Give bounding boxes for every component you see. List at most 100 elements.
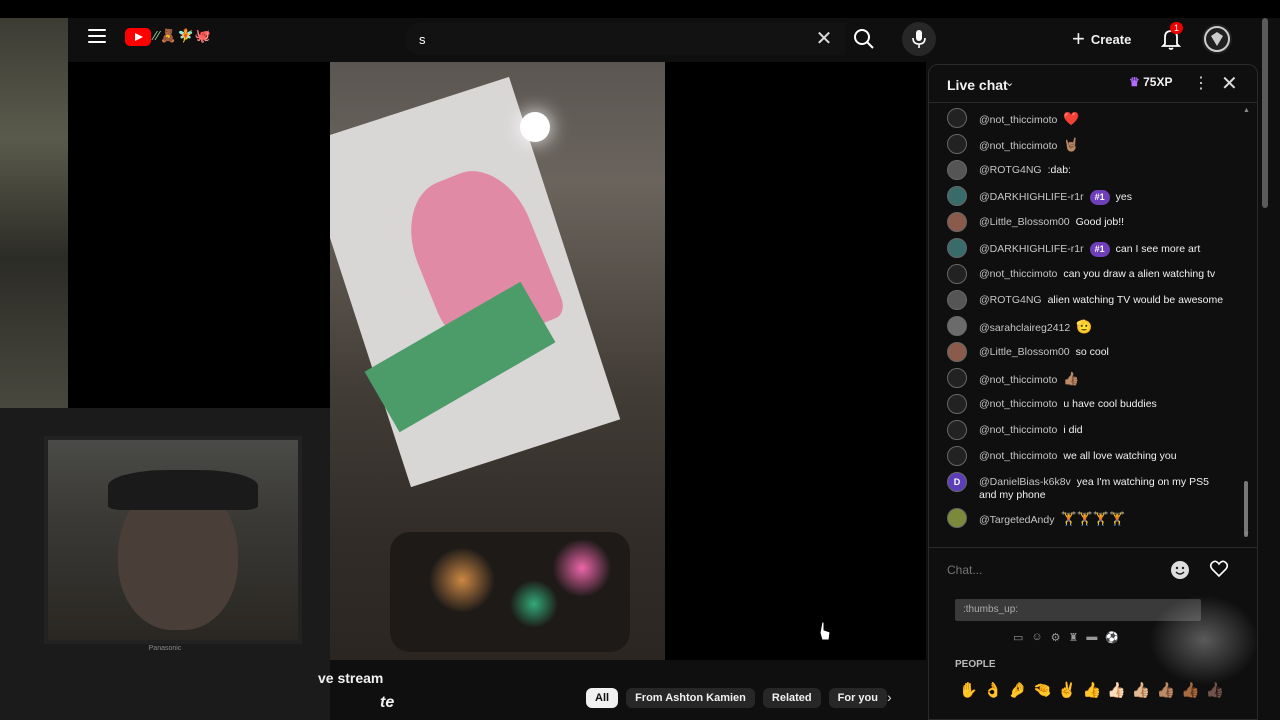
chat-message: @not_thiccimoto u have cool buddies xyxy=(929,391,1241,417)
youtube-logo-icon[interactable] xyxy=(125,28,151,46)
chat-message-body: @DARKHIGHLIFE-r1r #1 yes xyxy=(979,186,1229,205)
chat-message-text: alien watching TV would be awesome xyxy=(1047,294,1224,306)
crown-icon: ♛ xyxy=(1129,75,1140,89)
background-wall-strip xyxy=(0,18,68,418)
chat-author-avatar[interactable] xyxy=(947,508,967,528)
close-chat-button[interactable]: ✕ xyxy=(1221,71,1238,96)
member-rank-badge: #1 xyxy=(1089,190,1110,205)
emoji-option[interactable]: 👍🏼 xyxy=(1132,681,1151,699)
chat-author-name[interactable]: @not_thiccimoto xyxy=(979,398,1057,410)
chat-author-avatar[interactable] xyxy=(947,134,967,154)
search-button[interactable] xyxy=(848,23,880,55)
emoji-category-tab[interactable]: ♜ xyxy=(1069,631,1079,644)
chat-message-text: :dab: xyxy=(1047,164,1071,176)
chat-message-emoji: 👍🏽 xyxy=(1063,371,1080,386)
chat-author-avatar[interactable] xyxy=(947,108,967,128)
chat-scrollbar[interactable] xyxy=(1243,109,1249,541)
clear-search-button[interactable]: ✕ xyxy=(813,29,835,51)
chat-author-avatar[interactable] xyxy=(947,394,967,414)
video-socks xyxy=(390,532,630,652)
chat-scrollbar-thumb[interactable] xyxy=(1244,481,1248,537)
search-box xyxy=(405,23,845,55)
chat-author-name[interactable]: @Little_Blossom00 xyxy=(979,216,1070,228)
emoji-picker-button[interactable] xyxy=(1171,561,1189,579)
chat-author-name[interactable]: @DARKHIGHLIFE-r1r xyxy=(979,243,1084,255)
masthead: ⁄⁄🧸🧚🐙 ✕ + Create xyxy=(68,18,1280,62)
chat-author-avatar[interactable]: D xyxy=(947,472,967,492)
xp-badge[interactable]: ♛ 75XP xyxy=(1129,75,1172,89)
emoji-category-tab[interactable]: ⚙ xyxy=(1051,631,1061,644)
chat-message: @TargetedAndy 🏋️🏋️🏋️🏋️ xyxy=(929,505,1241,531)
emoji-category-tab[interactable]: ▬ xyxy=(1086,631,1097,644)
tv-brand-label: Panasonic xyxy=(148,645,182,652)
live-chat-panel: Live chat ⌄ ♛ 75XP ⋮ ✕ @not_thiccimoto ❤️… xyxy=(928,64,1259,720)
chat-author-name[interactable]: @ROTG4NG xyxy=(979,294,1042,306)
search-input[interactable] xyxy=(405,31,785,47)
chat-author-avatar[interactable] xyxy=(947,342,967,362)
chat-author-avatar[interactable] xyxy=(947,212,967,232)
chat-message: @DARKHIGHLIFE-r1r #1 yes xyxy=(929,183,1241,209)
chat-input[interactable] xyxy=(947,558,1185,582)
chat-author-name[interactable]: @sarahclaireg2412 xyxy=(979,322,1070,334)
menu-button[interactable] xyxy=(88,29,106,43)
chat-author-name[interactable]: @not_thiccimoto xyxy=(979,374,1057,386)
chat-author-name[interactable]: @DARKHIGHLIFE-r1r xyxy=(979,191,1084,203)
emoji-option[interactable]: ✌️ xyxy=(1058,681,1077,699)
more-options-icon[interactable]: ⋮ xyxy=(1193,73,1209,93)
heart-reaction-button[interactable] xyxy=(1209,559,1229,579)
account-avatar[interactable] xyxy=(1202,24,1232,54)
chevron-down-icon[interactable]: ⌄ xyxy=(1005,76,1014,89)
chat-author-name[interactable]: @Little_Blossom00 xyxy=(979,346,1070,358)
chat-title[interactable]: Live chat xyxy=(947,77,1008,93)
page-scrollbar-thumb[interactable] xyxy=(1262,18,1268,208)
emoji-category-tab[interactable]: ☺ xyxy=(1031,631,1042,644)
voice-search-button[interactable] xyxy=(902,22,936,56)
emoji-category-tab[interactable]: ⚽ xyxy=(1105,631,1119,644)
chat-author-avatar[interactable] xyxy=(947,264,967,284)
emoji-option[interactable]: 👌 xyxy=(984,681,1003,699)
chat-author-avatar[interactable] xyxy=(947,368,967,388)
chip-for-you[interactable]: For you xyxy=(828,688,887,708)
chat-author-name[interactable]: @TargetedAndy xyxy=(979,514,1054,526)
chat-author-avatar[interactable] xyxy=(947,420,967,440)
chat-author-avatar[interactable] xyxy=(947,290,967,310)
chat-message: @sarahclaireg2412 🫡 xyxy=(929,313,1241,339)
chat-author-avatar[interactable] xyxy=(947,316,967,336)
emoji-option[interactable]: 👍🏿 xyxy=(1206,681,1225,699)
emoji-option[interactable]: 👍 xyxy=(1082,681,1101,699)
emoji-category-tab[interactable]: ▭ xyxy=(1013,631,1023,644)
emoji-option[interactable]: 👍🏻 xyxy=(1107,681,1126,699)
scroll-down-arrow-icon[interactable]: ▼ xyxy=(1243,531,1250,538)
chip-all[interactable]: All xyxy=(586,688,619,708)
search-icon xyxy=(854,29,874,49)
chat-author-name[interactable]: @not_thiccimoto xyxy=(979,268,1057,280)
chat-author-avatar[interactable] xyxy=(947,186,967,206)
emoji-option[interactable]: 🤌 xyxy=(1008,681,1027,699)
notification-count-badge: 1 xyxy=(1170,22,1184,34)
emoji-option[interactable]: ✋ xyxy=(959,681,978,699)
create-button[interactable]: + Create xyxy=(1072,23,1131,55)
chat-author-name[interactable]: @ROTG4NG xyxy=(979,164,1042,176)
emoji-option[interactable]: 👍🏽 xyxy=(1157,681,1176,699)
emoji-option[interactable]: 👍🏾 xyxy=(1181,681,1200,699)
chip-from-channel[interactable]: From Ashton Kamien xyxy=(626,688,755,708)
chat-message-body: @not_thiccimoto 🤘🏽 xyxy=(979,134,1229,153)
emoji-row: ✋ 👌 🤌 🤏 ✌️ 👍 👍🏻 👍🏼 👍🏽 👍🏾 👍🏿 xyxy=(959,681,1225,699)
chat-message-list: @not_thiccimoto ❤️ @not_thiccimoto 🤘🏽 @ROTG4… xyxy=(929,105,1241,545)
chat-author-name[interactable]: @not_thiccimoto xyxy=(979,424,1057,436)
chat-author-name[interactable]: @DanielBias-k6k8v xyxy=(979,476,1071,488)
chat-author-avatar[interactable] xyxy=(947,160,967,180)
chip-related[interactable]: Related xyxy=(762,688,821,708)
chat-input-row xyxy=(929,547,1257,593)
chevron-right-icon[interactable]: › xyxy=(887,689,892,705)
emoji-option[interactable]: 🤏 xyxy=(1033,681,1052,699)
chat-message: @not_thiccimoto i did xyxy=(929,417,1241,443)
chat-author-avatar[interactable] xyxy=(947,446,967,466)
chat-author-name[interactable]: @not_thiccimoto xyxy=(979,140,1057,152)
notifications-button[interactable]: 1 xyxy=(1158,22,1184,52)
chat-message-body: @sarahclaireg2412 🫡 xyxy=(979,316,1229,335)
chat-author-avatar[interactable] xyxy=(947,238,967,258)
chat-author-name[interactable]: @not_thiccimoto xyxy=(979,114,1057,126)
video-light xyxy=(520,112,550,142)
chat-author-name[interactable]: @not_thiccimoto xyxy=(979,450,1057,462)
